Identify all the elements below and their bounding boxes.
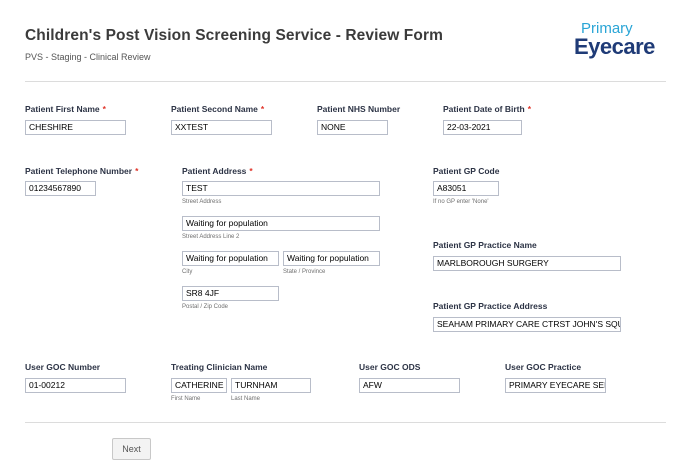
page-title: Children's Post Vision Screening Service… <box>25 27 443 44</box>
nhs-number-input[interactable]: NONE <box>317 120 388 135</box>
street-address-input[interactable]: TEST <box>182 181 380 196</box>
gp-code-sublabel: If no GP enter 'None' <box>433 199 489 205</box>
gp-code-label: Patient GP Code <box>433 166 500 176</box>
gp-practice-name-label: Patient GP Practice Name <box>433 240 537 250</box>
telephone-label: Patient Telephone Number * <box>25 166 139 176</box>
street-address-line2-input[interactable]: Waiting for population <box>182 216 380 231</box>
clinician-last-name-sublabel: Last Name <box>231 396 261 402</box>
city-sublabel: City <box>182 269 193 275</box>
header-divider <box>25 81 666 82</box>
postal-code-sublabel: Postal / Zip Code <box>182 304 229 310</box>
gp-practice-address-input[interactable]: SEAHAM PRIMARY CARE CTRST JOHN'S SQUARE <box>433 317 621 332</box>
clinician-first-name-input[interactable]: CATHERINE <box>171 378 227 393</box>
goc-practice-label: User GOC Practice <box>505 362 582 372</box>
goc-number-label: User GOC Number <box>25 362 101 372</box>
goc-ods-label: User GOC ODS <box>359 362 421 372</box>
street-address-line2-sublabel: Street Address Line 2 <box>182 234 240 240</box>
logo-main-text: Eyecare <box>574 34 655 59</box>
clinician-name-label: Treating Clinician Name <box>171 362 268 372</box>
clinician-first-name-sublabel: First Name <box>171 396 201 402</box>
footer-divider <box>25 422 666 423</box>
address-label: Patient Address * <box>182 166 253 176</box>
primary-eyecare-logo: Primary Eyecare <box>574 20 674 68</box>
first-name-label: Patient First Name * <box>25 104 106 114</box>
state-input[interactable]: Waiting for population <box>283 251 380 266</box>
dob-label: Patient Date of Birth * <box>443 104 532 114</box>
first-name-input[interactable]: CHESHIRE <box>25 120 126 135</box>
goc-number-input[interactable]: 01-00212 <box>25 378 126 393</box>
postal-code-input[interactable]: SR8 4JF <box>182 286 279 301</box>
dob-input[interactable]: 22-03-2021 <box>443 120 522 135</box>
state-sublabel: State / Province <box>283 269 326 275</box>
second-name-label: Patient Second Name * <box>171 104 265 114</box>
street-address-sublabel: Street Address <box>182 199 222 205</box>
form-page: Children's Post Vision Screening Service… <box>0 0 688 475</box>
second-name-input[interactable]: XXTEST <box>171 120 272 135</box>
telephone-input[interactable]: 01234567890 <box>25 181 96 196</box>
gp-practice-address-label: Patient GP Practice Address <box>433 301 548 311</box>
clinician-last-name-input[interactable]: TURNHAM <box>231 378 311 393</box>
nhs-number-label: Patient NHS Number <box>317 104 401 114</box>
gp-code-input[interactable]: A83051 <box>433 181 499 196</box>
city-input[interactable]: Waiting for population <box>182 251 279 266</box>
page-subtitle: PVS - Staging - Clinical Review <box>25 52 151 62</box>
next-button[interactable]: Next <box>112 438 151 460</box>
goc-ods-input[interactable]: AFW <box>359 378 460 393</box>
goc-practice-input[interactable]: PRIMARY EYECARE SERVICES <box>505 378 606 393</box>
gp-practice-name-input[interactable]: MARLBOROUGH SURGERY <box>433 256 621 271</box>
